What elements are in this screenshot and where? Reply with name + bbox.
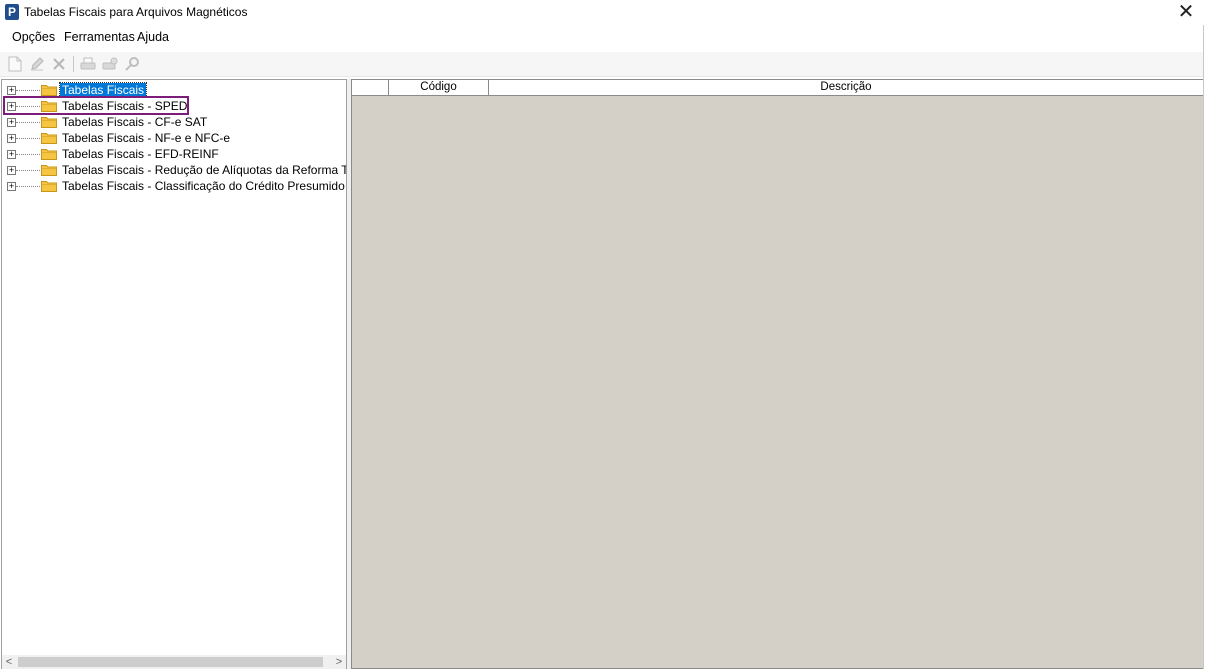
- toolbar-separator: [73, 56, 74, 72]
- column-header-descricao[interactable]: Descrição: [489, 80, 1203, 95]
- scroll-left-icon[interactable]: <: [2, 655, 16, 669]
- data-grid[interactable]: Código Descrição: [351, 79, 1204, 669]
- window-title: Tabelas Fiscais para Arquivos Magnéticos: [24, 5, 248, 19]
- tree-connector: [16, 90, 40, 91]
- column-header-codigo[interactable]: Código: [389, 80, 489, 95]
- highlight-box: [3, 96, 189, 115]
- tree-item-label: Tabelas Fiscais: [58, 82, 148, 98]
- search-icon[interactable]: [122, 54, 142, 74]
- app-logo-icon: P: [5, 4, 19, 20]
- close-button[interactable]: ✕: [1175, 1, 1197, 23]
- grid-indicator-column[interactable]: [352, 80, 389, 95]
- tree-item-efd-reinf[interactable]: + Tabelas Fiscais - EFD-REINF: [2, 146, 346, 162]
- menu-opcoes[interactable]: Opções: [12, 30, 55, 44]
- scrollbar-thumb[interactable]: [18, 657, 323, 667]
- menu-bar: Opções Ferramentas Ajuda: [0, 27, 1207, 47]
- tree-item-credito-presumido[interactable]: + Tabelas Fiscais - Classificação do Cré…: [2, 178, 346, 194]
- tree-item-cfe-sat[interactable]: + Tabelas Fiscais - CF-e SAT: [2, 114, 346, 130]
- new-document-icon[interactable]: [5, 54, 25, 74]
- print-setup-icon[interactable]: [100, 54, 120, 74]
- expand-icon[interactable]: +: [7, 182, 16, 191]
- tree-connector: [16, 138, 40, 139]
- grid-header: Código Descrição: [352, 80, 1203, 96]
- tree-item-label: Tabelas Fiscais - Redução de Alíquotas d…: [62, 163, 346, 177]
- edit-pencil-icon[interactable]: [27, 54, 47, 74]
- expand-icon[interactable]: +: [7, 86, 16, 95]
- tree-item-nfe-nfce[interactable]: + Tabelas Fiscais - NF-e e NFC-e: [2, 130, 346, 146]
- expand-icon[interactable]: +: [7, 134, 16, 143]
- menu-ajuda[interactable]: Ajuda: [137, 30, 169, 44]
- folder-icon: [41, 165, 57, 176]
- menu-ferramentas[interactable]: Ferramentas: [64, 30, 135, 44]
- folder-icon: [41, 133, 57, 144]
- tree-panel[interactable]: + Tabelas Fiscais + Tabelas Fiscais - SP…: [1, 79, 347, 669]
- tree-connector: [16, 170, 40, 171]
- folder-icon: [41, 85, 57, 96]
- expand-icon[interactable]: +: [7, 166, 16, 175]
- scroll-right-icon[interactable]: >: [332, 655, 346, 669]
- tree-item-label: Tabelas Fiscais - Classificação do Crédi…: [62, 179, 345, 193]
- expand-icon[interactable]: +: [7, 118, 16, 127]
- delete-x-icon[interactable]: [49, 54, 69, 74]
- title-bar: P Tabelas Fiscais para Arquivos Magnétic…: [0, 0, 1207, 25]
- tree-item-reducao-aliquotas[interactable]: + Tabelas Fiscais - Redução de Alíquotas…: [2, 162, 346, 178]
- folder-icon: [41, 117, 57, 128]
- tree-connector: [16, 154, 40, 155]
- tree-horizontal-scrollbar[interactable]: < >: [2, 655, 346, 669]
- toolbar: [0, 52, 1203, 77]
- tree-connector: [16, 186, 40, 187]
- expand-icon[interactable]: +: [7, 150, 16, 159]
- folder-icon: [41, 181, 57, 192]
- tree-item-label: Tabelas Fiscais - NF-e e NFC-e: [62, 131, 231, 145]
- print-icon[interactable]: [78, 54, 98, 74]
- tree-item-label: Tabelas Fiscais - CF-e SAT: [62, 115, 208, 129]
- folder-icon: [41, 149, 57, 160]
- tree-item-label: Tabelas Fiscais - EFD-REINF: [62, 147, 219, 161]
- tree-connector: [16, 122, 40, 123]
